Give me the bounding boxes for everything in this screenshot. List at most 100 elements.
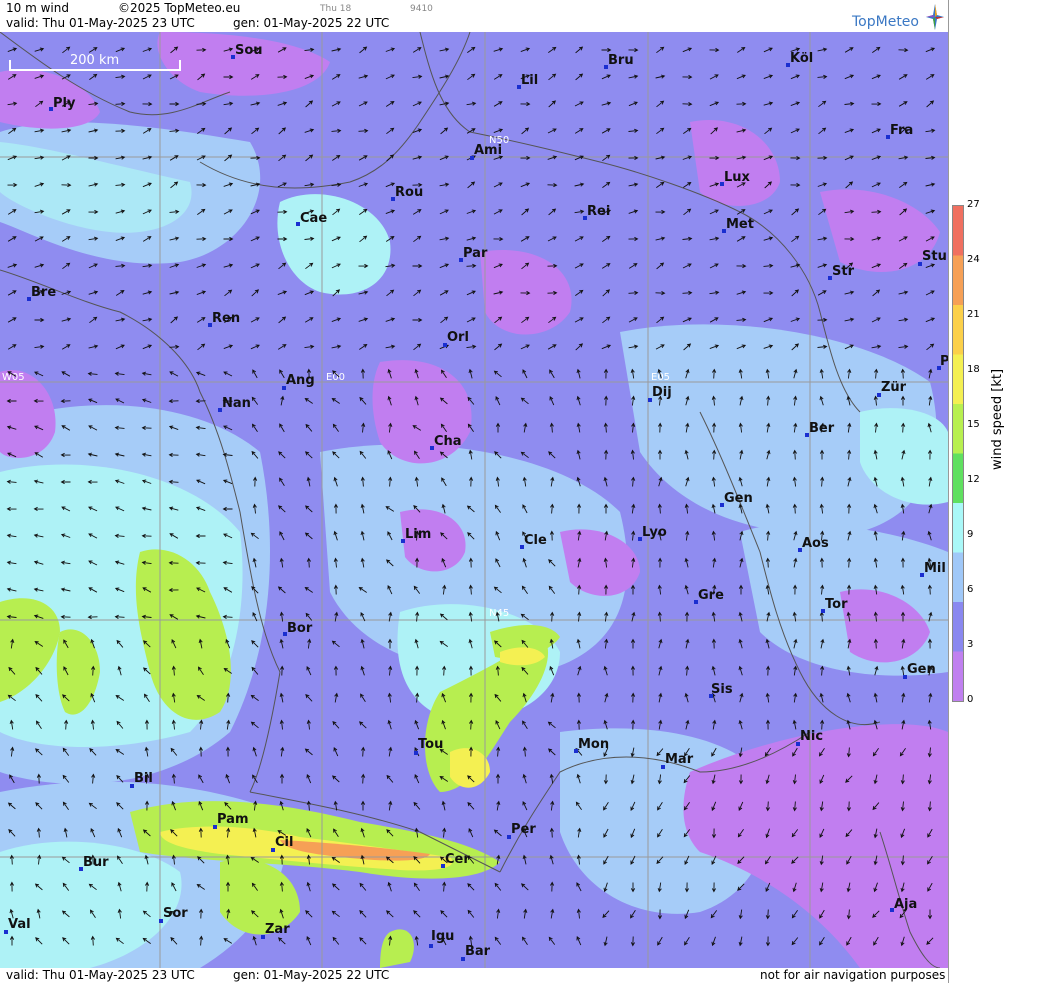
legend-tick-label: 18: [967, 364, 980, 375]
map-footer: valid: Thu 01-May-2025 23 UTC gen: 01-Ma…: [0, 968, 948, 983]
city-label: Cer: [445, 852, 470, 867]
city-label: Gen: [907, 662, 936, 677]
city-bor[interactable]: Bor: [283, 621, 313, 636]
city-label: Nan: [222, 396, 251, 411]
city-label: Str: [832, 264, 855, 279]
legend-tick-label: 27: [967, 199, 980, 210]
legend-color-bar: [952, 205, 964, 702]
city-sor[interactable]: Sor: [159, 906, 188, 923]
city-label: Tou: [418, 737, 443, 752]
city-label: Pam: [217, 812, 249, 827]
city-ber[interactable]: Ber: [805, 421, 835, 437]
city-aja[interactable]: Aja: [890, 897, 917, 912]
city-rou[interactable]: Rou: [391, 185, 423, 201]
city-label: Ply: [53, 96, 76, 111]
city-label: Sis: [711, 682, 733, 697]
city-zur[interactable]: Zür: [877, 380, 907, 397]
city-label: Aos: [802, 536, 829, 551]
city-label: Rei: [587, 204, 610, 219]
city-mil[interactable]: Mil: [920, 561, 946, 577]
footer-gen-time: gen: 01-May-2025 22 UTC: [233, 968, 390, 982]
city-label: Bur: [83, 855, 109, 870]
legend-tick-label: 3: [967, 639, 974, 650]
city-label: Ami: [474, 143, 502, 158]
legend-tick-label: 24: [967, 254, 980, 265]
city-gen-italy[interactable]: Gen: [903, 662, 936, 679]
product-title: 10 m wind: [6, 1, 69, 15]
city-lim[interactable]: Lim: [401, 527, 431, 543]
city-label: Zür: [881, 380, 907, 395]
city-bru[interactable]: Bru: [604, 53, 634, 69]
legend-tick-label: 0: [967, 694, 974, 705]
city-lyo[interactable]: Lyo: [638, 525, 667, 541]
city-label: Ang: [286, 373, 315, 388]
city-bur[interactable]: Bur: [79, 855, 109, 871]
city-aos[interactable]: Aos: [798, 536, 829, 552]
city-label: Bar: [465, 944, 491, 959]
city-ami[interactable]: Ami: [470, 143, 502, 160]
city-label: Met: [726, 217, 754, 232]
city-label: Cae: [300, 211, 327, 226]
gen-time: gen: 01-May-2025 22 UTC: [233, 16, 390, 30]
city-rei[interactable]: Rei: [583, 204, 610, 220]
city-cil[interactable]: Cil: [271, 835, 293, 852]
city-bar[interactable]: Bar: [461, 944, 491, 961]
copyright: ©2025 TopMeteo.eu: [118, 1, 241, 15]
city-cha[interactable]: Cha: [430, 434, 462, 450]
city-ply[interactable]: Ply: [49, 96, 76, 111]
city-label: Tor: [825, 597, 848, 612]
city-cer[interactable]: Cer: [441, 852, 470, 868]
city-ang[interactable]: Ang: [282, 373, 315, 390]
city-label: Per: [511, 822, 536, 837]
city-pam[interactable]: Pam: [213, 812, 249, 829]
city-label: Lim: [405, 527, 431, 542]
legend-tick-label: 21: [967, 309, 980, 320]
city-per[interactable]: Per: [507, 822, 536, 839]
city-cae[interactable]: Cae: [296, 211, 327, 226]
city-met[interactable]: Met: [722, 217, 754, 233]
valid-time: valid: Thu 01-May-2025 23 UTC: [6, 16, 195, 30]
city-ren[interactable]: Ren: [208, 311, 240, 327]
city-label: Lux: [724, 170, 751, 185]
city-zar[interactable]: Zar: [261, 922, 290, 939]
city-cle[interactable]: Cle: [520, 533, 547, 549]
city-label: Lil: [521, 73, 538, 88]
city-fra[interactable]: Fra: [886, 123, 913, 139]
grid-label-n45: N45: [489, 608, 509, 619]
city-label: Mil: [924, 561, 946, 576]
city-dij[interactable]: Dij: [648, 385, 672, 402]
city-nic[interactable]: Nic: [796, 729, 823, 746]
city-orl[interactable]: Orl: [443, 330, 469, 347]
city-label: Gen: [724, 491, 753, 506]
city-sis[interactable]: Sis: [709, 682, 733, 698]
city-val[interactable]: Val: [4, 917, 31, 934]
city-kol[interactable]: Köl: [786, 51, 813, 67]
city-lux[interactable]: Lux: [720, 170, 751, 186]
topmeteo-logo[interactable]: TopMeteo: [852, 4, 944, 30]
city-label: Bil: [134, 771, 153, 786]
footer-valid-time: valid: Thu 01-May-2025 23 UTC: [6, 968, 195, 982]
city-label: Par: [463, 246, 488, 261]
city-par[interactable]: Par: [459, 246, 488, 262]
city-label: Bor: [287, 621, 313, 636]
city-label: Cil: [275, 835, 293, 850]
city-lil[interactable]: Lil: [517, 73, 538, 89]
city-gen[interactable]: Gen: [720, 491, 753, 507]
city-mar[interactable]: Mar: [661, 752, 694, 769]
city-mon[interactable]: Mon: [574, 737, 609, 753]
city-label: Cle: [524, 533, 547, 548]
city-sou[interactable]: Sou: [231, 43, 263, 59]
city-nan[interactable]: Nan: [218, 396, 251, 412]
city-label: P: [940, 354, 948, 369]
city-bre[interactable]: Bre: [27, 285, 56, 301]
grid-label-w05: W05: [2, 372, 25, 383]
city-tor[interactable]: Tor: [821, 597, 848, 613]
city-stu[interactable]: Stu: [918, 249, 947, 266]
city-label: Fra: [890, 123, 913, 138]
wind-map[interactable]: 200 km N50 N45 W05 E00 E05 Sou Ply Lil B…: [0, 32, 948, 968]
city-label: Gre: [698, 588, 724, 603]
city-str[interactable]: Str: [828, 264, 855, 280]
city-label: Sou: [235, 43, 263, 58]
city-gre[interactable]: Gre: [694, 588, 724, 604]
city-bil[interactable]: Bil: [130, 771, 153, 788]
